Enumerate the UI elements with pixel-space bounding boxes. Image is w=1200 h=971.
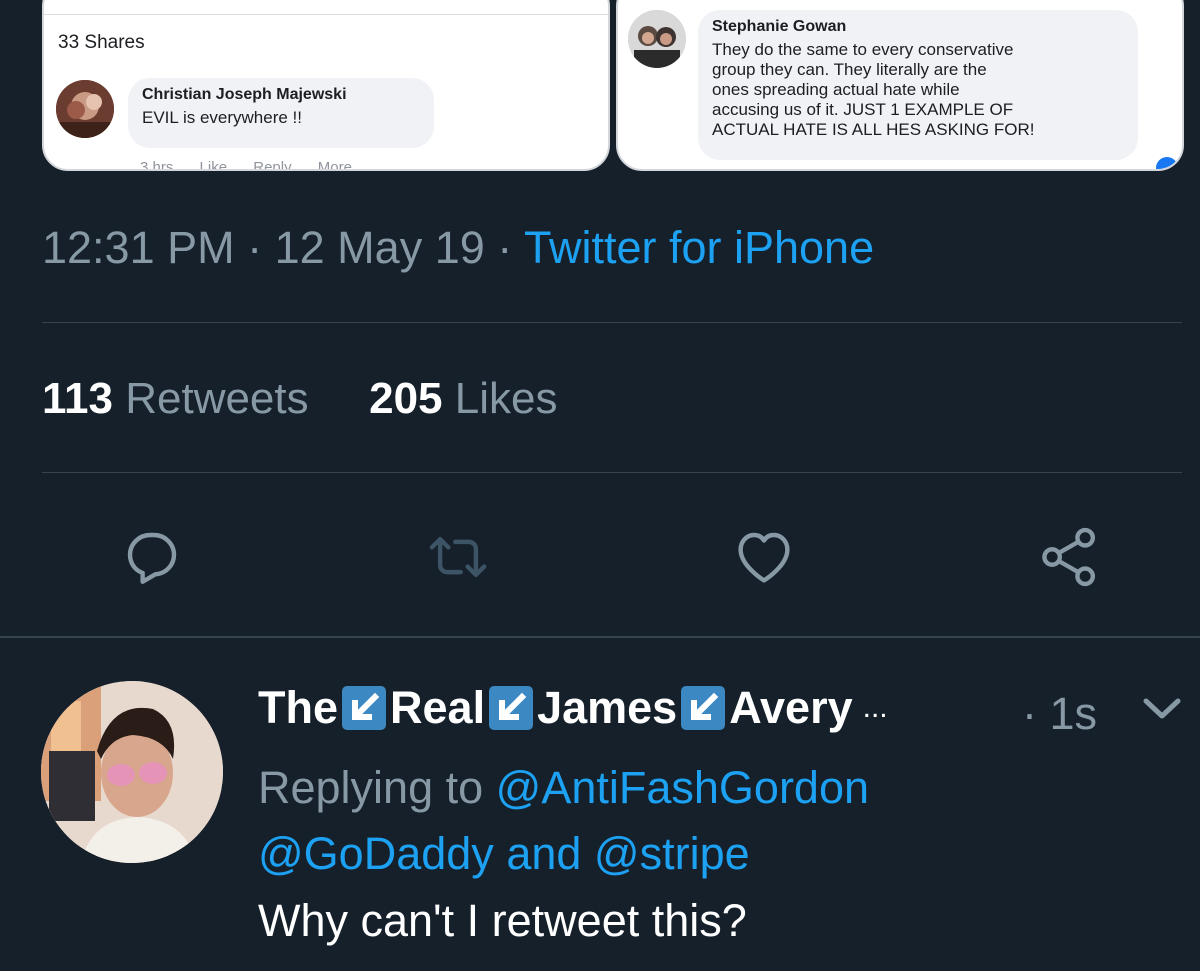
comment-meta: 3 hrs Like Reply More xyxy=(140,159,374,171)
like-button[interactable] xyxy=(724,522,804,592)
commenter-avatar xyxy=(56,80,114,138)
commenter-avatar xyxy=(628,10,686,68)
likes-count: 205 xyxy=(369,374,443,423)
retweets-count: 113 xyxy=(42,374,113,423)
tweet-time: 12:31 PM xyxy=(42,222,235,273)
avatar[interactable] xyxy=(41,681,223,863)
comment-text-line: They do the same to every conservative xyxy=(712,40,1014,59)
name-part: The xyxy=(258,682,339,733)
reaction-badge-icon xyxy=(1156,157,1178,169)
likes-label: Likes xyxy=(454,374,558,423)
mention-link[interactable]: @AntiFashGordon xyxy=(496,762,869,813)
chevron-down-icon xyxy=(1143,698,1181,719)
heart-icon xyxy=(738,532,790,583)
replying-to-line: @GoDaddy and @stripe xyxy=(258,828,750,880)
replying-to-label: Replying to xyxy=(258,762,484,813)
share-button[interactable] xyxy=(1030,522,1110,592)
card-divider xyxy=(44,14,608,15)
comment-text-line: group they can. They literally are the xyxy=(712,60,987,79)
retweets-stat[interactable]: 113 Retweets xyxy=(42,374,309,423)
mention-link[interactable]: @stripe xyxy=(594,828,750,879)
separator: · xyxy=(484,222,524,273)
engagement-counts: 113 Retweets 205 Likes xyxy=(42,374,557,424)
comment-reply-link[interactable]: Reply xyxy=(253,159,291,169)
down-left-arrow-icon xyxy=(342,686,387,730)
likes-stat[interactable]: 205 Likes xyxy=(369,374,557,423)
shares-count: 33 Shares xyxy=(58,32,145,53)
mention-link[interactable]: @GoDaddy xyxy=(258,828,494,879)
embedded-screenshot-left[interactable]: 33 Shares Christian Joseph Majewski EVIL… xyxy=(42,0,610,171)
comment-text-line: ones spreading actual hate while xyxy=(712,80,960,99)
replying-to-line: Replying to @AntiFashGordon xyxy=(258,762,869,814)
name-part: James xyxy=(537,682,678,733)
name-ellipsis: ... xyxy=(862,691,888,724)
retweets-label: Retweets xyxy=(125,374,309,423)
separator: · xyxy=(234,222,275,273)
comment-time: 3 hrs xyxy=(140,159,174,171)
embedded-screenshot-right[interactable]: Stephanie Gowan They do the same to ever… xyxy=(616,0,1184,171)
comment-author[interactable]: Stephanie Gowan xyxy=(712,18,1124,36)
reply-author-name[interactable]: The Real James Avery ... xyxy=(258,682,888,734)
comment-bubble: Christian Joseph Majewski EVIL is everyw… xyxy=(128,78,434,148)
tweet-timestamp: 12:31 PM · 12 May 19 · Twitter for iPhon… xyxy=(42,222,874,274)
reply-button[interactable] xyxy=(112,522,192,592)
tweet-source-link[interactable]: Twitter for iPhone xyxy=(524,222,874,273)
name-part: Real xyxy=(390,682,486,733)
divider xyxy=(42,322,1182,323)
share-icon xyxy=(1042,527,1096,587)
comment-text-line: ACTUAL HATE IS ALL HES ASKING FOR! xyxy=(712,120,1035,139)
reply-body-text: Why can't I retweet this? xyxy=(258,895,747,946)
reply-time[interactable]: · 1s xyxy=(1022,688,1097,740)
divider xyxy=(0,636,1200,638)
down-left-arrow-icon xyxy=(681,686,726,730)
comment-more-link[interactable]: More xyxy=(318,159,352,169)
comment-text-line: accusing us of it. JUST 1 EXAMPLE OF xyxy=(712,100,1014,119)
down-left-arrow-icon xyxy=(489,686,534,730)
name-part: Avery xyxy=(729,682,853,733)
and-text: and xyxy=(506,828,582,879)
retweet-icon xyxy=(429,536,487,578)
more-options-button[interactable] xyxy=(1140,694,1184,724)
tweet-date: 12 May 19 xyxy=(274,222,485,273)
retweet-button[interactable] xyxy=(418,522,498,592)
comment-text: EVIL is everywhere !! xyxy=(142,108,302,127)
divider xyxy=(42,472,1182,473)
comment-like-link[interactable]: Like xyxy=(200,159,228,169)
reply-icon xyxy=(127,532,177,584)
comment-author[interactable]: Christian Joseph Majewski xyxy=(142,86,420,104)
comment-bubble: Stephanie Gowan They do the same to ever… xyxy=(698,10,1138,160)
